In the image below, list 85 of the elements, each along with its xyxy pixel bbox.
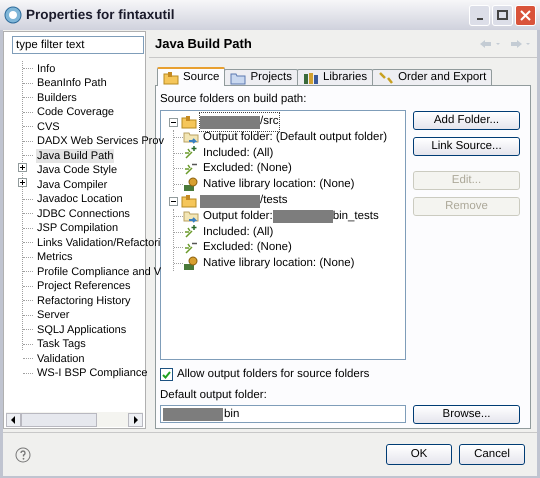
dialog-button[interactable]: Cancel: [459, 444, 525, 465]
maximize-button[interactable]: [492, 4, 513, 26]
expand-toggle[interactable]: [18, 178, 27, 187]
sidebar-item[interactable]: CVS: [36, 120, 61, 134]
scroll-left-button[interactable]: [6, 412, 21, 426]
books-icon: [302, 71, 319, 85]
right-arrow-icon: [133, 416, 138, 424]
sidebar-item[interactable]: Info: [36, 62, 56, 76]
side-button[interactable]: Link Source...: [413, 137, 520, 156]
side-button[interactable]: Add Folder...: [413, 111, 520, 130]
expand-toggle[interactable]: [18, 163, 27, 172]
arrows-icon: [378, 71, 394, 85]
folder-path: /tests: [260, 193, 288, 208]
sidebar-item[interactable]: Metrics: [36, 250, 74, 264]
sidebar-item[interactable]: Refactoring History: [36, 294, 132, 308]
field-label: Default output folder:: [160, 388, 268, 402]
minimize-button[interactable]: [469, 4, 490, 26]
collapse-toggle[interactable]: [169, 118, 178, 126]
sparkle-plus-icon: [183, 145, 199, 162]
tree-item[interactable]: Excluded: (None): [203, 160, 292, 178]
tree-item[interactable]: Native library location: (None): [203, 254, 354, 272]
checkbox-label: Allow output folders for source folders: [177, 367, 370, 382]
field-value: bin: [224, 406, 240, 422]
tab[interactable]: Order and Export: [372, 69, 492, 86]
tree-item[interactable]: Included: (All): [203, 224, 274, 241]
sidebar-item[interactable]: JDBC Connections: [36, 206, 131, 220]
sidebar-item[interactable]: Java Code Style: [36, 163, 118, 177]
sidebar-item[interactable]: Links Validation/Refactori: [36, 236, 162, 250]
help-icon[interactable]: [15, 446, 31, 462]
sidebar-item[interactable]: Validation: [36, 352, 86, 366]
tree-item[interactable]: Output folder: (Default output folder): [203, 129, 388, 146]
tree-item[interactable]: Native library location: (None): [203, 176, 354, 193]
section-label: Source folders on build path:: [160, 92, 308, 106]
checkbox[interactable]: [160, 368, 173, 382]
redaction-block: [163, 408, 223, 421]
folder-icon: [163, 70, 179, 84]
sidebar-item[interactable]: Code Coverage: [36, 105, 116, 119]
page-title: Java Build Path: [155, 35, 252, 54]
browse-button[interactable]: Browse...: [413, 405, 520, 424]
sidebar-item[interactable]: Java Compiler: [36, 178, 108, 192]
sidebar-item[interactable]: WS-I BSP Compliance: [36, 366, 148, 380]
tree-item[interactable]: Output folder:: [203, 208, 273, 226]
close-button[interactable]: [515, 4, 536, 26]
filter-field[interactable]: type filter text: [12, 36, 144, 54]
tree-item[interactable]: /src: [200, 113, 279, 131]
redaction-block: [272, 210, 333, 224]
scroll-right-button[interactable]: [128, 412, 143, 426]
sidebar-item[interactable]: Builders: [36, 90, 78, 104]
tree-item[interactable]: Excluded: (None): [203, 239, 292, 256]
window-title: Properties for fintaxutil: [26, 6, 175, 24]
sidebar-item[interactable]: Java Build Path: [36, 148, 114, 162]
left-arrow-icon: [11, 416, 16, 424]
tree-item[interactable]: Included: (All): [203, 144, 274, 162]
tree-item[interactable]: /tests: [200, 192, 288, 210]
output-folder-field[interactable]: bin: [160, 405, 406, 424]
folder-arrow-icon: [183, 208, 199, 225]
folder-path: bin_tests: [332, 209, 379, 224]
source-folder-icon: [181, 115, 197, 129]
close-icon: [520, 10, 531, 20]
sidebar-item[interactable]: JSP Compilation: [36, 221, 120, 235]
sidebar-item[interactable]: DADX Web Services Prov: [36, 134, 165, 148]
redaction-block: [200, 194, 260, 208]
sidebar-item[interactable]: Javadoc Location: [36, 192, 124, 206]
folder-arrow-icon: [183, 130, 199, 146]
sidebar-item[interactable]: Server: [36, 308, 70, 322]
sidebar-item[interactable]: Profile Compliance and V: [36, 264, 162, 278]
dialog-button[interactable]: OK: [386, 444, 452, 465]
source-folder-icon: [181, 194, 197, 208]
redaction-block: [200, 116, 260, 128]
sidebar-item[interactable]: Task Tags: [36, 337, 87, 351]
sidebar-item[interactable]: Project References: [36, 279, 132, 293]
tab[interactable]: Source: [157, 67, 226, 86]
app-icon: [4, 6, 22, 24]
tab[interactable]: Libraries: [296, 69, 374, 86]
folder-path: /src: [260, 114, 279, 130]
horizontal-scrollbar[interactable]: [6, 412, 143, 427]
scroll-thumb[interactable]: [21, 412, 97, 426]
tab[interactable]: Projects: [224, 69, 298, 86]
sparkle-plus-icon: [183, 224, 199, 240]
check-icon: [162, 370, 171, 379]
sidebar-item[interactable]: SQLJ Applications: [36, 322, 128, 336]
collapse-toggle[interactable]: [169, 196, 178, 206]
library-gear-icon: [183, 255, 199, 272]
library-gear-icon: [183, 176, 199, 192]
sidebar-item[interactable]: BeanInfo Path: [36, 76, 108, 90]
